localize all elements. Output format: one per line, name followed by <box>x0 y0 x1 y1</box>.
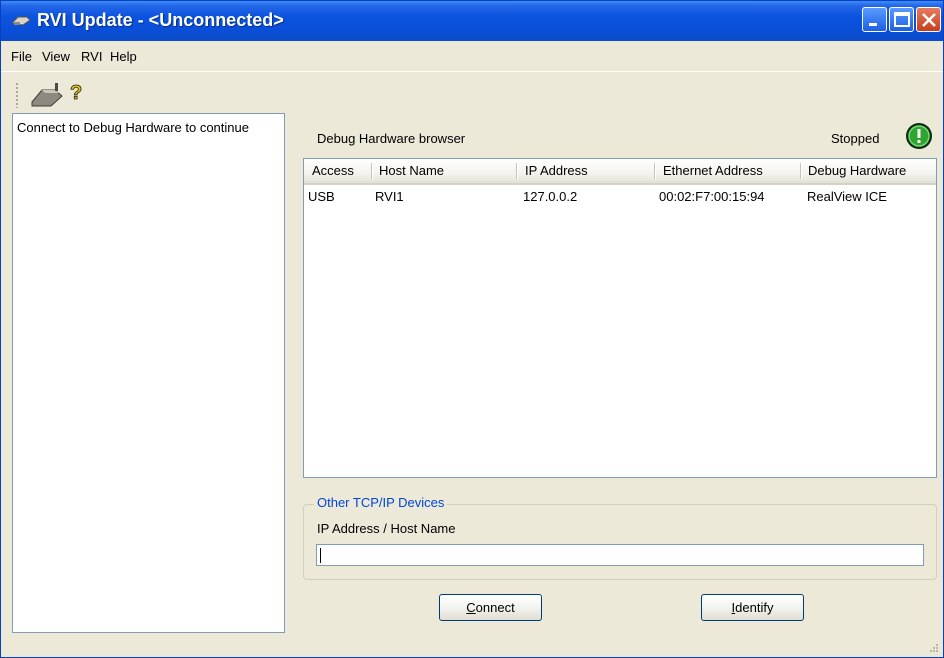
menu-bar: File View RVI Help <box>1 41 943 71</box>
connect-button[interactable]: Connect <box>439 594 542 621</box>
status-text: Stopped <box>831 131 880 146</box>
minimize-icon <box>869 23 877 26</box>
connect-label: onnect <box>475 600 515 615</box>
column-header-access[interactable]: Access <box>306 159 354 183</box>
column-header-ethernet-address[interactable]: Ethernet Address <box>657 159 763 183</box>
connect-plug-icon[interactable] <box>29 80 65 108</box>
ip-address-input[interactable] <box>316 544 924 566</box>
cell-ethernet-address: 00:02:F7:00:15:94 <box>659 189 765 204</box>
app-window: RVI Update - <Unconnected> File View RVI… <box>0 0 944 658</box>
cell-access: USB <box>308 189 335 204</box>
column-header-host-name[interactable]: Host Name <box>373 159 444 183</box>
cell-host-name: RVI1 <box>375 189 404 204</box>
tcp-group-legend: Other TCP/IP Devices <box>314 495 448 510</box>
rvi-app-icon <box>11 16 31 26</box>
resize-grip-icon[interactable] <box>927 641 939 653</box>
svg-text:?: ? <box>70 82 82 104</box>
connect-accel-key: C <box>466 600 476 615</box>
connect-hint-text: Connect to Debug Hardware to continue <box>17 120 249 135</box>
menu-rvi[interactable]: RVI <box>81 49 102 64</box>
menu-view[interactable]: View <box>42 49 70 64</box>
maximize-icon <box>894 12 910 27</box>
column-divider[interactable] <box>654 163 656 179</box>
window-title: RVI Update - <Unconnected> <box>37 10 284 30</box>
connection-tree-pane[interactable]: Connect to Debug Hardware to continue <box>12 113 285 633</box>
table-row[interactable]: USB RVI1 127.0.0.2 00:02:F7:00:15:94 Rea… <box>304 186 936 208</box>
identify-button[interactable]: Identify <box>701 594 804 621</box>
close-icon <box>922 13 936 27</box>
column-header-debug-hardware[interactable]: Debug Hardware <box>802 159 906 183</box>
maximize-button[interactable] <box>889 7 914 32</box>
toolbar-grip[interactable] <box>15 82 19 108</box>
list-header: Access Host Name IP Address Ethernet Add… <box>304 159 936 185</box>
toolbar: ? <box>1 71 943 113</box>
menu-file[interactable]: File <box>11 49 32 64</box>
tcp-devices-group <box>303 504 937 580</box>
column-header-ip-address[interactable]: IP Address <box>519 159 588 183</box>
minimize-button[interactable] <box>862 7 887 32</box>
cell-debug-hardware: RealView ICE <box>807 189 887 204</box>
menu-help[interactable]: Help <box>110 49 137 64</box>
column-divider[interactable] <box>516 163 518 179</box>
close-button[interactable] <box>916 7 941 32</box>
debug-hardware-list[interactable]: Access Host Name IP Address Ethernet Add… <box>303 158 937 478</box>
help-question-icon[interactable]: ? <box>67 80 85 106</box>
browser-title: Debug Hardware browser <box>317 131 466 146</box>
ip-address-label: IP Address / Host Name <box>317 521 456 536</box>
title-bar[interactable]: RVI Update - <Unconnected> <box>1 1 943 41</box>
cell-ip-address: 127.0.0.2 <box>523 189 578 204</box>
identify-label: dentify <box>735 600 774 615</box>
text-caret <box>320 548 321 563</box>
stopped-status-icon <box>906 123 932 149</box>
